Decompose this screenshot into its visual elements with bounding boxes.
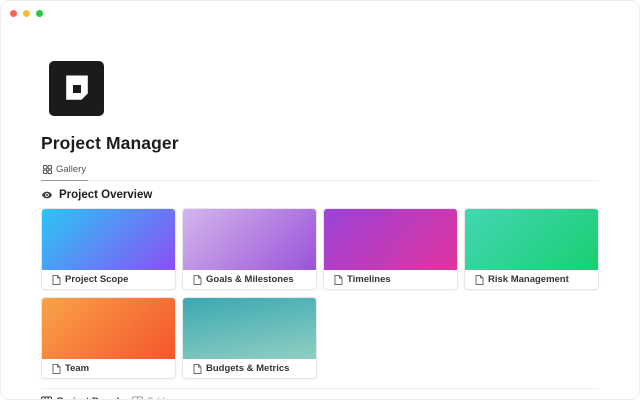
gallery-grid: Project Scope Goals & Milestones Tim — [41, 208, 599, 379]
card-title: Timelines — [347, 274, 391, 285]
view-chip-table[interactable]: Table — [132, 396, 170, 400]
board-columns-icon — [41, 396, 52, 400]
card-title: Goals & Milestones — [206, 274, 294, 285]
page-icon — [193, 364, 202, 374]
card-title: Team — [65, 363, 89, 374]
card-cover-image — [465, 209, 598, 270]
page-icon — [334, 275, 343, 285]
card-label-row: Budgets & Metrics — [183, 359, 316, 378]
card-title: Budgets & Metrics — [206, 363, 289, 374]
card-cover-image — [42, 298, 175, 359]
board-section-title[interactable]: Project Board — [57, 396, 119, 400]
minimize-window-button[interactable] — [23, 10, 30, 17]
table-icon — [132, 396, 143, 400]
section-divider — [41, 388, 599, 389]
tab-gallery-label: Gallery — [56, 164, 86, 175]
card-cover-image — [324, 209, 457, 270]
cube-glyph — [62, 74, 92, 104]
eye-icon — [41, 189, 53, 201]
page-icon — [52, 275, 61, 285]
card-label-row: Timelines — [324, 270, 457, 289]
page-logo-icon[interactable] — [49, 61, 104, 116]
card-label-row: Team — [42, 359, 175, 378]
card-label-row: Risk Management — [465, 270, 598, 289]
tab-gallery[interactable]: Gallery — [41, 161, 88, 181]
overview-section-header[interactable]: Project Overview — [41, 189, 599, 201]
card-cover-image — [42, 209, 175, 270]
card-cover-image — [183, 209, 316, 270]
app-window: Project Manager Gallery — [0, 0, 640, 400]
gallery-card[interactable]: Team — [41, 297, 176, 379]
card-label-row: Project Scope — [42, 270, 175, 289]
overview-section-title: Project Overview — [59, 189, 152, 201]
gallery-card[interactable]: Budgets & Metrics — [182, 297, 317, 379]
page-title: Project Manager — [41, 133, 599, 154]
gallery-card[interactable]: Timelines — [323, 208, 458, 290]
gallery-card[interactable]: Project Scope — [41, 208, 176, 290]
page-icon — [475, 275, 484, 285]
close-window-button[interactable] — [10, 10, 17, 17]
gallery-card[interactable]: Goals & Milestones — [182, 208, 317, 290]
page-icon — [193, 275, 202, 285]
card-title: Project Scope — [65, 274, 128, 285]
gallery-card[interactable]: Risk Management — [464, 208, 599, 290]
card-label-row: Goals & Milestones — [183, 270, 316, 289]
page-icon — [52, 364, 61, 374]
page-content: Project Manager Gallery — [1, 61, 639, 400]
window-titlebar — [1, 1, 639, 25]
card-title: Risk Management — [488, 274, 569, 285]
zoom-window-button[interactable] — [36, 10, 43, 17]
gallery-grid-icon — [43, 165, 52, 174]
card-cover-image — [183, 298, 316, 359]
view-chip-table-label: Table — [147, 396, 170, 400]
view-tabs-row: Gallery — [41, 161, 599, 181]
board-section-header: Project Board Table — [41, 396, 599, 400]
